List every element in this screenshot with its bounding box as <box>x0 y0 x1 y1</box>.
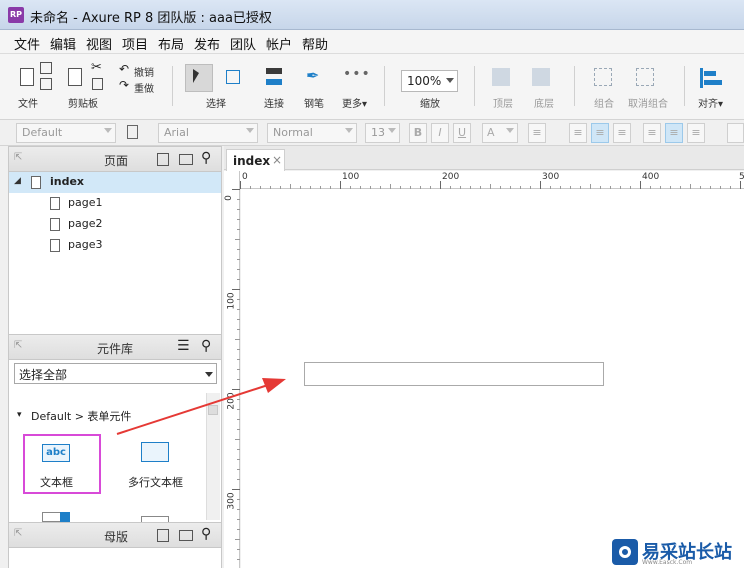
watermark-subtext: Www.Easck.Com <box>642 559 693 566</box>
watermark-logo-icon <box>612 539 638 565</box>
red-arrow-annotation <box>116 378 286 435</box>
